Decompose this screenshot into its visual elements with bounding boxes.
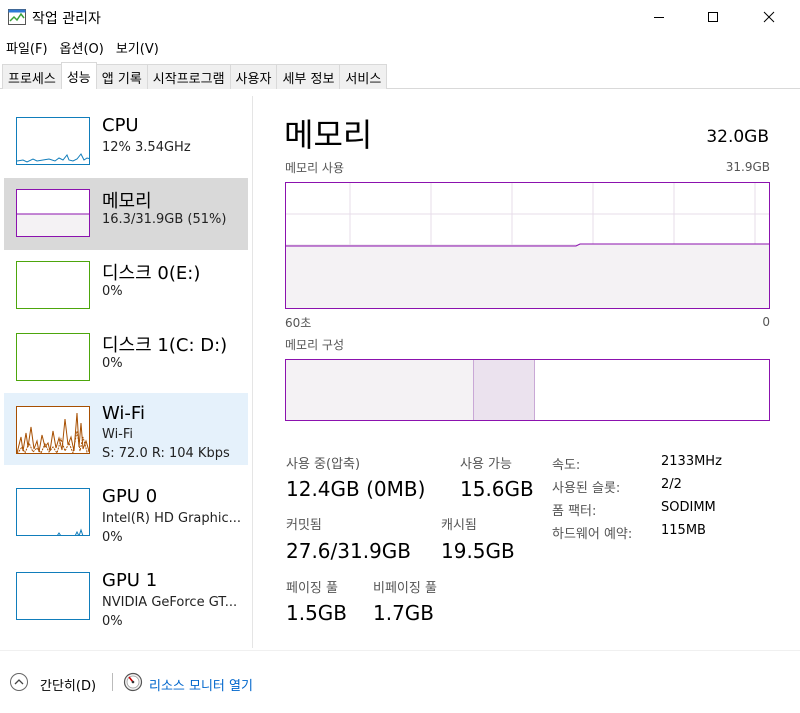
tab-processes[interactable]: 프로세스 [2,64,62,89]
hardware-reserved-label: 하드웨어 예약: [552,527,633,542]
committed-label: 커밋됨 [286,518,322,533]
in-use-label: 사용 중(압축) [286,457,361,472]
sidebar-item-title: GPU 1 [102,570,158,591]
menu-view[interactable]: 보기(V) [110,36,165,58]
cpu-thumbnail-graph [16,117,90,165]
form-factor-value: SODIMM [661,500,716,515]
sidebar-item-usage: 0% [102,614,123,629]
tab-startup[interactable]: 시작프로그램 [146,64,231,89]
cached-value: 19.5GB [441,539,515,563]
sidebar-item-usage: 0% [102,530,123,545]
sidebar-item-memory[interactable]: 메모리 16.3/31.9GB (51%) [4,178,248,250]
sidebar-item-detail: Wi-Fi [102,427,134,442]
resource-monitor-icon[interactable] [123,672,143,692]
open-resource-monitor-link[interactable]: 리소스 모니터 열기 [149,675,253,694]
speed-value: 2133MHz [661,454,722,469]
memory-composition-label: 메모리 구성 [285,338,345,352]
chevron-up-circle-icon[interactable] [9,672,29,692]
menu-bar: 파일(F) 옵션(O) 보기(V) [0,36,165,58]
form-factor-label: 폼 팩터: [552,504,597,519]
maximize-button[interactable] [690,0,736,34]
gpu-0-thumbnail-graph [16,488,90,536]
sidebar-item-title: 메모리 [102,191,152,212]
memory-thumbnail-graph [16,189,90,237]
slots-used-label: 사용된 슬롯: [552,481,621,496]
available-value: 15.6GB [460,477,534,501]
committed-value: 27.6/31.9GB [286,539,412,563]
memory-usage-label: 메모리 사용 [285,161,345,175]
maximize-icon [708,12,718,22]
wifi-thumbnail-graph [16,406,90,454]
bottom-bar: 간단히(D) 리소스 모니터 열기 [0,650,800,713]
tab-strip: 프로세스 성능 앱 기록 시작프로그램 사용자 세부 정보 서비스 [2,62,388,89]
sidebar-item-title: 디스크 0(E:) [102,263,201,284]
window-title: 작업 관리자 [32,11,101,27]
tab-users[interactable]: 사용자 [229,64,278,89]
close-button[interactable] [746,0,792,34]
sidebar-item-detail: 0% [102,284,123,299]
slots-used-value: 2/2 [661,477,682,492]
fewer-details-button[interactable]: 간단히(D) [40,675,96,694]
graph-time-left: 60초 [285,316,312,330]
sidebar-item-gpu-0[interactable]: GPU 0 Intel(R) HD Graphic... 0% [4,477,248,549]
memory-composition-bar [285,359,770,421]
paged-pool-value: 1.5GB [286,601,348,625]
sidebar-item-detail: 0% [102,356,123,371]
memory-usage-graph [285,182,770,309]
memory-usage-max: 31.9GB [725,160,770,174]
hardware-reserved-value: 115MB [661,523,706,538]
gpu-1-thumbnail-graph [16,572,90,620]
memory-total: 32.0GB [706,127,769,147]
nonpaged-pool-value: 1.7GB [373,601,435,625]
sidebar-item-detail: Intel(R) HD Graphic... [102,511,242,526]
in-use-value: 12.4GB (0MB) [286,477,426,501]
minimize-icon [654,17,664,18]
bottom-separator [112,673,113,691]
sidebar-item-title: 디스크 1(C: D:) [102,335,228,356]
menu-options[interactable]: 옵션(O) [54,36,110,58]
sidebar-item-disk-0[interactable]: 디스크 0(E:) 0% [4,250,248,322]
memory-usage-area [286,244,769,308]
nonpaged-pool-label: 비페이징 풀 [373,581,437,596]
composition-modified [474,360,535,420]
tab-app-history[interactable]: 앱 기록 [95,64,148,89]
disk-0-thumbnail-graph [16,261,90,309]
sidebar-item-cpu[interactable]: CPU 12% 3.54GHz [4,106,248,178]
paged-pool-label: 페이징 풀 [286,581,338,596]
sidebar-item-detail: NVIDIA GeForce GT... [102,595,238,610]
sidebar-item-title: Wi-Fi [102,403,145,424]
resource-sidebar: CPU 12% 3.54GHz 메모리 16.3/31.9GB (51%) 디스… [0,96,252,648]
sidebar-item-title: CPU [102,115,139,136]
sidebar-item-detail: 16.3/31.9GB (51%) [102,212,227,227]
title-bar: 작업 관리자 [0,0,800,34]
close-icon [763,11,775,23]
tab-services[interactable]: 서비스 [339,64,388,89]
sidebar-item-wifi[interactable]: Wi-Fi Wi-Fi S: 72.0 R: 104 Kbps [4,393,248,465]
memory-detail-panel: 메모리 32.0GB 메모리 사용 31.9GB 60초 0 메모리 구성 사용 [268,96,800,648]
tab-performance[interactable]: 성능 [60,62,97,89]
speed-label: 속도: [552,458,581,473]
available-label: 사용 가능 [460,457,512,472]
sidebar-item-detail: 12% 3.54GHz [102,140,191,155]
sidebar-item-gpu-1[interactable]: GPU 1 NVIDIA GeForce GT... 0% [4,561,248,633]
task-manager-icon [8,9,26,25]
sidebar-item-throughput: S: 72.0 R: 104 Kbps [102,446,230,461]
graph-time-right: 0 [762,315,770,329]
tab-details[interactable]: 세부 정보 [276,64,341,89]
sidebar-item-disk-1[interactable]: 디스크 1(C: D:) 0% [4,322,248,394]
minimize-button[interactable] [636,0,682,34]
page-title: 메모리 [284,116,373,154]
menu-file[interactable]: 파일(F) [0,36,54,58]
disk-1-thumbnail-graph [16,333,90,381]
sidebar-item-title: GPU 0 [102,486,158,507]
cached-label: 캐시됨 [441,518,477,533]
sidebar-divider [252,96,253,648]
composition-in-use [286,360,474,420]
